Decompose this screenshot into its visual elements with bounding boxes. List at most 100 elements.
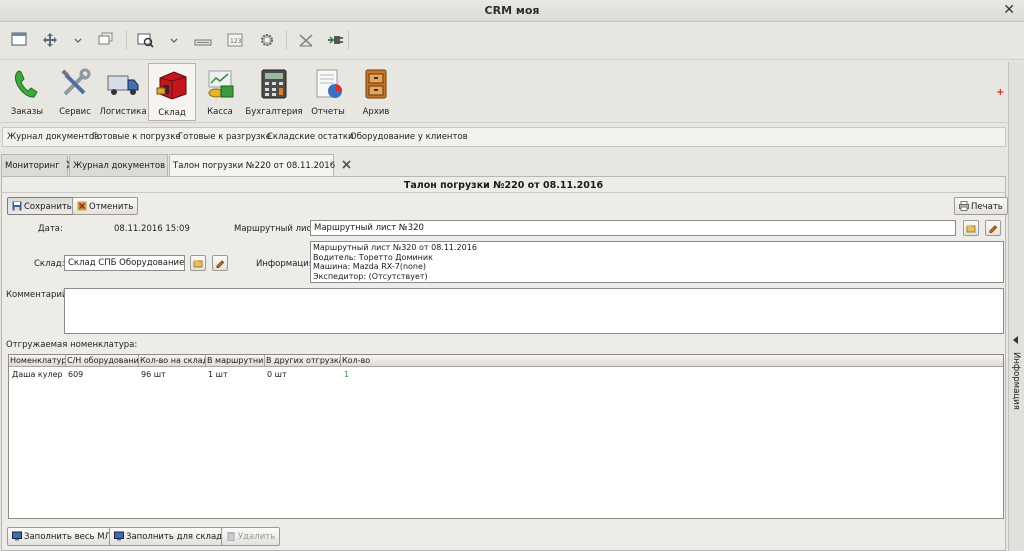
module-label: Касса — [207, 107, 233, 117]
submenu-ready-to-load[interactable]: Готовые к погрузке — [92, 132, 181, 142]
chevron-down-icon[interactable] — [169, 32, 179, 48]
tools-icon — [61, 68, 91, 96]
submenu-bar: Журнал документов Готовые к погрузке Гот… — [2, 127, 1006, 147]
info-sidebar[interactable]: Информация — [1008, 62, 1024, 551]
module-cash[interactable]: Касса — [197, 63, 243, 121]
edit-route-button[interactable] — [985, 220, 1001, 236]
module-orders[interactable]: Заказы — [4, 63, 50, 121]
warehouse-label: Склад: — [34, 259, 65, 269]
submenu-client-equipment[interactable]: Оборудование у клиентов — [350, 132, 468, 142]
edit-icon — [216, 260, 225, 268]
column-header[interactable]: Кол-во — [341, 355, 1005, 367]
window-icon[interactable] — [11, 32, 29, 48]
module-warehouse[interactable]: Склад — [148, 63, 196, 121]
close-tab-icon[interactable] — [342, 160, 351, 169]
module-label: Бухгалтерия — [245, 107, 303, 117]
close-icon[interactable]: ✕ — [1003, 2, 1015, 18]
report-icon — [316, 69, 342, 98]
keyboard-icon[interactable] — [194, 32, 212, 48]
cancel-label: Отменить — [89, 202, 134, 212]
column-header[interactable]: В других отгрузках — [265, 355, 341, 367]
chevron-down-icon[interactable] — [73, 32, 83, 48]
tab-label: Мониторинг — [5, 161, 60, 171]
column-header[interactable]: С/Н оборудования — [66, 355, 139, 367]
module-label: Архив — [362, 107, 390, 117]
date-label: Дата: — [38, 224, 63, 234]
tab-monitoring[interactable]: Мониторинг — [1, 154, 76, 176]
warehouse-field[interactable]: Склад СПБ Оборудование — [64, 255, 185, 271]
fill-route-button[interactable]: Заполнить весь МЛ — [7, 527, 116, 546]
info-line: Машина: Mazda RX-7(none) — [313, 262, 427, 272]
edit-warehouse-button[interactable] — [212, 255, 228, 271]
column-header[interactable]: Кол-во на складе — [139, 355, 206, 367]
cash-icon — [208, 70, 234, 98]
printer-icon — [959, 201, 969, 211]
document-title: Талон погрузки №220 от 08.11.2016 — [403, 180, 604, 191]
info-label: Информация: — [256, 259, 317, 269]
tab-label: Журнал документов — [73, 161, 166, 171]
document-panel: Талон погрузки №220 от 08.11.2016 Сохран… — [1, 176, 1008, 551]
fill-warehouse-button[interactable]: Заполнить для склада — [109, 527, 233, 546]
save-button[interactable]: Сохранить — [7, 197, 77, 215]
tab-loading-ticket[interactable]: Талон погрузки №220 от 08.11.2016 — [169, 154, 351, 177]
monitor-icon — [12, 531, 22, 541]
cancel-icon — [77, 201, 87, 211]
search-window-icon[interactable] — [137, 32, 155, 48]
tab-journal[interactable]: Журнал документов — [69, 154, 181, 176]
column-header[interactable]: Номенклатура — [9, 355, 66, 367]
document-tabs: Мониторинг Журнал документов Талон погру… — [0, 154, 1006, 177]
column-header[interactable]: В маршрутнике — [206, 355, 265, 367]
info-box: Маршрутный лист №320 от 08.11.2016 Водит… — [310, 241, 1004, 283]
table-header: Номенклатура С/Н оборудования Кол-во на … — [9, 355, 1003, 367]
windows-icon[interactable] — [98, 32, 116, 48]
expand-arrow-icon[interactable] — [1013, 336, 1018, 344]
module-service[interactable]: Сервис — [52, 63, 98, 121]
cell-quantity[interactable]: 1 — [344, 370, 349, 379]
calculator-icon — [261, 69, 287, 99]
comment-field[interactable] — [64, 288, 1004, 334]
archive-icon — [365, 69, 387, 99]
move-icon[interactable] — [41, 32, 59, 48]
plugin-icon[interactable] — [326, 32, 344, 48]
submenu-stock[interactable]: Складские остатки — [267, 132, 354, 142]
fill-warehouse-label: Заполнить для склада — [126, 532, 228, 542]
print-button[interactable]: Печать — [954, 197, 1008, 215]
window-titlebar: CRM моя ✕ — [0, 0, 1024, 22]
module-archive[interactable]: Архив — [353, 63, 399, 121]
delete-button[interactable]: Удалить — [221, 527, 281, 546]
module-reports[interactable]: Отчеты — [305, 63, 351, 121]
cell-name: Даша кулер — [12, 370, 63, 379]
window-title: CRM моя — [484, 4, 540, 17]
info-line: Водитель: Торетто Доминик — [313, 252, 433, 262]
route-sheet-label: Маршрутный лист: — [234, 224, 320, 234]
info-line: Экспедитор: (Отсутствует) — [313, 271, 428, 281]
print-label: Печать — [971, 202, 1003, 212]
submenu-ready-to-unload[interactable]: Готовые к разгрузке — [178, 132, 271, 142]
folder-icon — [193, 260, 203, 268]
cell-route: 1 шт — [208, 370, 228, 379]
info-line: Маршрутный лист №320 от 08.11.2016 — [313, 243, 477, 252]
cancel-button[interactable]: Отменить — [72, 197, 139, 215]
delete-label: Удалить — [238, 532, 276, 542]
fill-route-label: Заполнить весь МЛ — [24, 532, 111, 542]
date-value: 08.11.2016 15:09 — [114, 224, 190, 234]
cell-other: 0 шт — [267, 370, 287, 379]
settings-icon[interactable] — [258, 32, 276, 48]
calculator-small-icon[interactable]: 123 — [226, 32, 244, 48]
route-sheet-field[interactable]: Маршрутный лист №320 — [310, 220, 956, 236]
tools-small-icon[interactable] — [297, 32, 315, 48]
truck-icon — [107, 75, 139, 95]
svg-text:123: 123 — [230, 38, 242, 45]
phone-icon — [15, 70, 38, 98]
cell-stock: 96 шт — [141, 370, 166, 379]
submenu-journal[interactable]: Журнал документов — [7, 132, 99, 142]
warehouse-icon — [156, 71, 187, 100]
nomenclature-table[interactable]: Номенклатура С/Н оборудования Кол-во на … — [8, 354, 1004, 519]
cell-serial: 609 — [68, 370, 84, 379]
select-route-button[interactable] — [963, 220, 979, 236]
select-warehouse-button[interactable] — [190, 255, 206, 271]
module-logistics[interactable]: Логистика — [99, 63, 147, 121]
module-accounting[interactable]: Бухгалтерия — [245, 63, 303, 121]
trash-icon — [227, 532, 235, 541]
sidebar-label: Информация — [1011, 352, 1021, 410]
